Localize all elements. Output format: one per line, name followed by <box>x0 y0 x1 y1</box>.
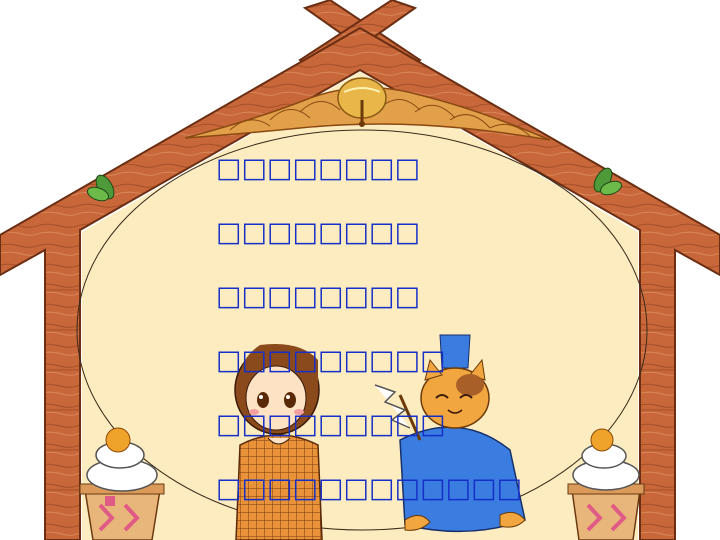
board-text-line: □□□□□□□□□□□□ <box>216 473 523 504</box>
board-text-line: □□□□□□□□□ <box>216 409 446 440</box>
board-text-line: □□□□□□□□ <box>216 217 421 248</box>
board-text-line: □□□□□□□□ <box>216 153 421 184</box>
board-text-line: □□□□□□□□□ <box>216 345 446 376</box>
board-text-line: □□□□□□□□ <box>216 281 421 312</box>
ema-scene <box>0 0 720 540</box>
